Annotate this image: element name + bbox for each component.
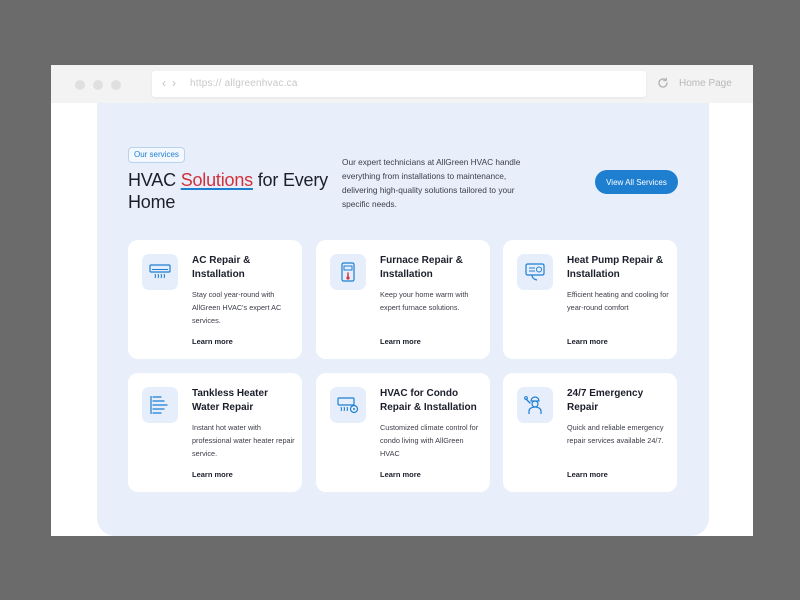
air-conditioner-icon (149, 264, 171, 279)
learn-more-link[interactable]: Learn more (567, 470, 608, 479)
condo-ac-icon (337, 397, 359, 414)
card-description: Instant hot water with professional wate… (192, 423, 295, 458)
card-description: Keep your home warm with expert furnace … (380, 290, 469, 312)
address-bar[interactable]: ‹ › https:// allgreenhvac.ca (152, 71, 646, 97)
card-description: Stay cool year-round with AllGreen HVAC'… (192, 290, 282, 325)
service-card-ac[interactable]: AC Repair & Installation Stay cool year-… (128, 240, 302, 359)
back-arrow-icon[interactable]: ‹ (162, 76, 166, 90)
section-headline: HVAC Solutions for Every Home (128, 169, 328, 213)
learn-more-link[interactable]: Learn more (380, 337, 421, 346)
window-maximize-dot[interactable] (111, 80, 121, 90)
section-badge: Our services (128, 147, 185, 163)
browser-toolbar: ‹ › https:// allgreenhvac.ca Home Page (51, 65, 753, 103)
home-page-link[interactable]: Home Page (679, 78, 732, 89)
learn-more-link[interactable]: Learn more (380, 470, 421, 479)
headline-accent: Solutions (180, 170, 253, 190)
heat-pump-icon (525, 263, 545, 281)
service-card-heat-pump[interactable]: Heat Pump Repair & Installation Efficien… (503, 240, 677, 359)
learn-more-link[interactable]: Learn more (192, 337, 233, 346)
card-title: HVAC for Condo Repair & Installation (380, 388, 477, 413)
card-title: AC Repair & Installation (192, 255, 251, 280)
section-intro: Our expert technicians at AllGreen HVAC … (342, 157, 521, 209)
service-card-furnace[interactable]: Furnace Repair & Installation Keep your … (316, 240, 490, 359)
headline-prefix: HVAC (128, 170, 181, 190)
forward-arrow-icon[interactable]: › (172, 76, 176, 90)
card-description: Customized climate control for condo liv… (380, 423, 479, 458)
url-text[interactable]: https:// allgreenhvac.ca (190, 78, 298, 89)
furnace-icon (341, 262, 355, 282)
learn-more-link[interactable]: Learn more (192, 470, 233, 479)
water-heater-icon (150, 396, 168, 414)
window-close-dot[interactable] (75, 80, 85, 90)
service-card-condo[interactable]: HVAC for Condo Repair & Installation Cus… (316, 373, 490, 492)
service-card-emergency[interactable]: 24/7 Emergency Repair Quick and reliable… (503, 373, 677, 492)
technician-icon (524, 396, 542, 414)
learn-more-link[interactable]: Learn more (567, 337, 608, 346)
window-minimize-dot[interactable] (93, 80, 103, 90)
reload-icon[interactable] (656, 76, 670, 90)
card-title: 24/7 Emergency Repair (567, 388, 644, 413)
card-title: Heat Pump Repair & Installation (567, 255, 664, 280)
view-all-services-button[interactable]: View All Services (595, 170, 678, 194)
service-card-tankless[interactable]: Tankless Heater Water Repair Instant hot… (128, 373, 302, 492)
card-title: Tankless Heater Water Repair (192, 388, 268, 413)
card-description: Quick and reliable emergency repair serv… (567, 423, 664, 445)
browser-window: ‹ › https:// allgreenhvac.ca Home Page O… (51, 65, 753, 536)
card-description: Efficient heating and cooling for year-r… (567, 290, 669, 312)
card-title: Furnace Repair & Installation (380, 255, 463, 280)
